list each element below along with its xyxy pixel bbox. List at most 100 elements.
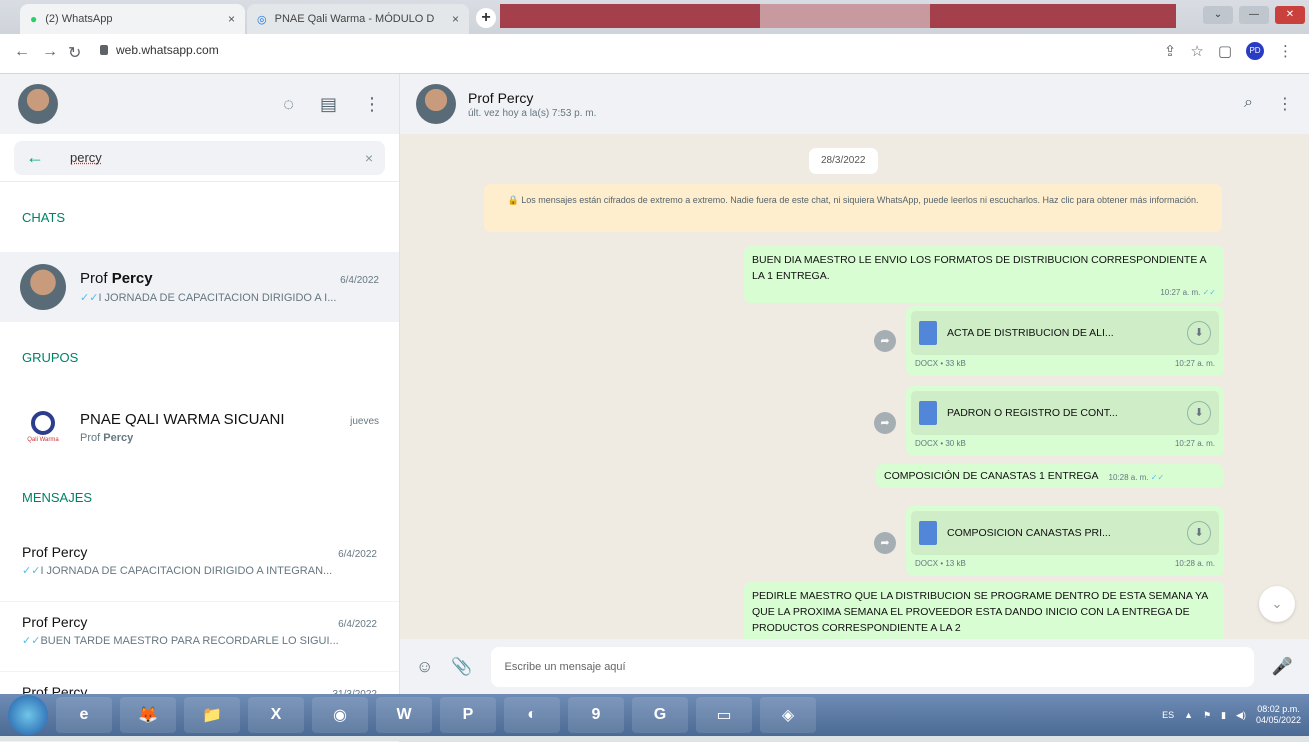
- download-icon[interactable]: ⬇: [1187, 521, 1211, 545]
- forward-arrow-icon[interactable]: →: [42, 43, 58, 61]
- document-message[interactable]: ACTA DE DISTRIBUCION DE ALI... ⬇ DOCX • …: [906, 306, 1224, 376]
- document-icon: [919, 321, 937, 345]
- taskbar-app-firefox[interactable]: 🦊: [120, 697, 176, 733]
- clock[interactable]: 08:02 p.m. 04/05/2022: [1256, 704, 1301, 726]
- menu-icon[interactable]: ⋮: [363, 94, 381, 115]
- forward-icon[interactable]: ➦: [874, 532, 896, 554]
- close-tab-icon[interactable]: ×: [452, 12, 459, 26]
- message-bubble[interactable]: BUEN DIA MAESTRO LE ENVIO LOS FORMATOS D…: [744, 246, 1224, 303]
- emoji-icon[interactable]: ☺: [416, 657, 433, 677]
- browser-tab-bar: ● (2) WhatsApp × ◎ PNAE Qali Warma - MÓD…: [0, 0, 1309, 34]
- taskbar-app-edge[interactable]: ◐: [504, 697, 560, 733]
- taskbar-app-powerpoint[interactable]: P: [440, 697, 496, 733]
- document-meta: DOCX • 13 kB: [915, 559, 966, 568]
- reload-icon[interactable]: ↻: [68, 43, 81, 63]
- download-icon[interactable]: ⬇: [1187, 401, 1211, 425]
- document-name: COMPOSICION CANASTAS PRI...: [947, 527, 1111, 539]
- url-field[interactable]: web.whatsapp.com: [116, 43, 219, 57]
- scroll-down-button[interactable]: ⌄: [1259, 586, 1295, 622]
- attach-icon[interactable]: 📎: [451, 657, 472, 677]
- document-message[interactable]: COMPOSICION CANASTAS PRI... ⬇ DOCX • 13 …: [906, 506, 1224, 576]
- conversation-header[interactable]: Prof Percy últ. vez hoy a la(s) 7:53 p. …: [400, 74, 1309, 134]
- taskbar-app-9[interactable]: 9: [568, 697, 624, 733]
- message-sender: Prof Percy: [22, 614, 88, 630]
- document-message[interactable]: PADRON O REGISTRO DE CONT... ⬇ DOCX • 30…: [906, 386, 1224, 456]
- language-indicator[interactable]: ES: [1162, 710, 1174, 720]
- tab-qali-warma[interactable]: ◎ PNAE Qali Warma - MÓDULO D ×: [247, 4, 469, 34]
- lock-icon: 🔒: [507, 195, 519, 205]
- double-check-icon: ✓✓: [22, 565, 41, 577]
- back-arrow-icon[interactable]: ←: [26, 147, 44, 168]
- new-chat-icon[interactable]: ▤: [320, 94, 337, 115]
- taskbar-app-window[interactable]: ▭: [696, 697, 752, 733]
- search-icon[interactable]: ⌕: [1244, 94, 1253, 114]
- download-icon[interactable]: ⬇: [1187, 321, 1211, 345]
- sidepanel-icon[interactable]: ▢: [1218, 42, 1232, 60]
- close-window-button[interactable]: ✕: [1275, 6, 1305, 24]
- tab-label: PNAE Qali Warma - MÓDULO D: [274, 13, 435, 25]
- profile-avatar[interactable]: PD: [1246, 42, 1264, 60]
- message-list[interactable]: 28/3/2022 🔒 Los mensajes están cifrados …: [400, 134, 1309, 639]
- network-icon[interactable]: ▮: [1221, 710, 1226, 721]
- message-bubble[interactable]: PEDIRLE MAESTRO QUE LA DISTRIBUCION SE P…: [744, 582, 1224, 639]
- date-chip: 28/3/2022: [809, 148, 878, 174]
- chat-result-prof-percy[interactable]: Prof Percy 6/4/2022 ✓✓I JORNADA DE CAPAC…: [0, 252, 399, 322]
- tab-search-button[interactable]: ⌄: [1203, 6, 1233, 24]
- contact-avatar: [20, 264, 66, 310]
- message-input[interactable]: Escribe un mensaje aquí: [490, 646, 1254, 687]
- close-tab-icon[interactable]: ×: [228, 12, 235, 26]
- tab-whatsapp[interactable]: ● (2) WhatsApp ×: [20, 4, 245, 34]
- new-tab-button[interactable]: +: [476, 8, 496, 28]
- flag-icon[interactable]: ⚑: [1203, 710, 1211, 721]
- share-icon[interactable]: ⇪: [1164, 42, 1177, 60]
- minimize-button[interactable]: —: [1239, 6, 1269, 24]
- section-messages: MENSAJES: [22, 489, 93, 505]
- taskbar-app-excel[interactable]: X: [248, 697, 304, 733]
- message-result[interactable]: Prof Percy 6/4/2022 ✓✓I JORNADA DE CAPAC…: [0, 532, 399, 602]
- taskbar-app-chrome[interactable]: ◉: [312, 697, 368, 733]
- message-preview: BUEN TARDE MAESTRO PARA RECORDARLE LO SI…: [40, 635, 339, 647]
- forward-icon[interactable]: ➦: [874, 412, 896, 434]
- double-check-icon: ✓✓: [22, 635, 41, 647]
- chat-date: 6/4/2022: [340, 275, 379, 286]
- contact-name: Prof Percy: [468, 89, 534, 106]
- contact-avatar[interactable]: [416, 84, 456, 124]
- encryption-notice[interactable]: 🔒 Los mensajes están cifrados de extremo…: [484, 184, 1222, 232]
- volume-icon[interactable]: ◀): [1236, 710, 1246, 721]
- microphone-icon[interactable]: 🎤: [1272, 657, 1293, 677]
- status-icon[interactable]: ◌: [283, 94, 294, 115]
- whatsapp-icon: ●: [30, 12, 38, 26]
- start-button[interactable]: [8, 695, 48, 735]
- forward-icon[interactable]: ➦: [874, 330, 896, 352]
- bookmark-star-icon[interactable]: ☆: [1190, 42, 1203, 60]
- taskbar: e 🦊 📁 X ◉ W P ◐ 9 G ▭ ◈ ES ▲ ⚑ ▮ ◀) 08:0…: [0, 694, 1309, 736]
- clear-search-icon[interactable]: ×: [365, 150, 373, 166]
- group-result-qali-warma[interactable]: Qali Warma PNAE QALI WARMA SICUANI jueve…: [0, 392, 399, 462]
- taskbar-app-explorer[interactable]: 📁: [184, 697, 240, 733]
- message-result[interactable]: Prof Percy 6/4/2022 ✓✓BUEN TARDE MAESTRO…: [0, 602, 399, 672]
- lock-icon[interactable]: [100, 45, 108, 55]
- menu-icon[interactable]: ⋮: [1277, 94, 1293, 114]
- message-text: COMPOSICIÓN DE CANASTAS 1 ENTREGA: [884, 470, 1099, 482]
- sidebar-header: ◌ ▤ ⋮: [0, 74, 399, 134]
- toolbar-actions: ⇪ ☆ ▢ PD ⋮: [1164, 42, 1293, 60]
- my-avatar[interactable]: [18, 84, 58, 124]
- document-icon: [919, 401, 937, 425]
- taskbar-app-paint[interactable]: ◈: [760, 697, 816, 733]
- taskbar-app-ie[interactable]: e: [56, 697, 112, 733]
- message-bubble[interactable]: COMPOSICIÓN DE CANASTAS 1 ENTREGA 10:28 …: [876, 464, 1224, 488]
- search-icon: ◎: [257, 13, 267, 26]
- search-bar: ← percy ×: [0, 134, 399, 182]
- taskbar-app-g[interactable]: G: [632, 697, 688, 733]
- search-input[interactable]: ← percy ×: [14, 140, 385, 175]
- message-sender: Prof Percy: [22, 544, 88, 560]
- search-query[interactable]: percy: [70, 150, 102, 165]
- address-bar: ← → ↻ web.whatsapp.com ⇪ ☆ ▢ PD ⋮: [0, 34, 1309, 74]
- tray-arrow-icon[interactable]: ▲: [1184, 710, 1193, 720]
- message-date: 6/4/2022: [338, 549, 377, 560]
- document-name: ACTA DE DISTRIBUCION DE ALI...: [947, 327, 1114, 339]
- message-composer: ☺ 📎 Escribe un mensaje aquí 🎤: [400, 639, 1309, 694]
- browser-menu-icon[interactable]: ⋮: [1278, 42, 1293, 60]
- taskbar-app-word[interactable]: W: [376, 697, 432, 733]
- back-arrow-icon[interactable]: ←: [14, 43, 30, 61]
